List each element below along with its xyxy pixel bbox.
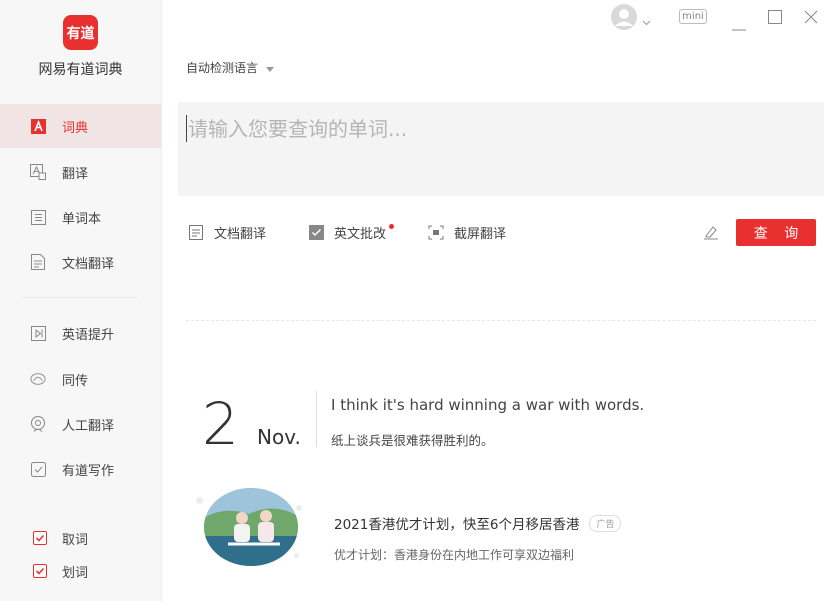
close-icon[interactable]: [804, 9, 818, 28]
sidebar-item-label: 词典: [62, 120, 89, 136]
search-box[interactable]: [178, 102, 824, 196]
sidebar-item-simultaneous[interactable]: 同传: [0, 357, 161, 401]
doc-translate-icon: [30, 254, 46, 270]
ad-title-text: 2021香港优才计划，快至6个月移居香港: [334, 517, 580, 533]
sidebar-item-english-course[interactable]: 英语提升: [0, 311, 161, 355]
correction-icon: [308, 224, 324, 240]
query-button[interactable]: 查 询: [736, 219, 816, 246]
doc-translate-label: 文档翻译: [214, 226, 267, 242]
toggle-label: 划词: [62, 565, 89, 581]
minimize-icon[interactable]: [732, 16, 746, 35]
english-correction-button[interactable]: 英文批改: [308, 222, 386, 242]
language-select[interactable]: 自动检测语言: [186, 59, 275, 76]
sidebar: 有道 网易有道词典 词典 翻译 单词本 文档翻译 英语提升 同传 人工翻译 有道…: [0, 0, 162, 601]
sidebar-item-wordbook[interactable]: 单词本: [0, 195, 161, 239]
screenshot-icon: [428, 224, 444, 240]
sidebar-item-label: 翻译: [62, 166, 89, 182]
sidebar-item-label: 人工翻译: [62, 418, 115, 434]
writing-icon: [30, 461, 46, 477]
simultaneous-icon: [30, 371, 46, 387]
checkbox-checked-icon[interactable]: [33, 531, 47, 545]
english-course-icon: [30, 325, 46, 341]
caret-down-icon: [266, 61, 275, 75]
human-translate-icon: [30, 416, 46, 432]
app-name: 网易有道词典: [38, 62, 123, 78]
sidebar-item-dictionary[interactable]: 词典: [0, 104, 161, 148]
toggle-select-word[interactable]: 划词: [0, 556, 161, 586]
translate-icon: [30, 164, 46, 180]
language-label: 自动检测语言: [186, 61, 259, 75]
sidebar-divider: [22, 297, 137, 298]
app-logo: 有道: [63, 15, 98, 50]
wordbook-icon: [30, 209, 46, 225]
daily-divider: [316, 391, 317, 447]
sidebar-item-human-translate[interactable]: 人工翻译: [0, 402, 161, 446]
sidebar-item-label: 同传: [62, 373, 89, 389]
eraser-icon[interactable]: [703, 224, 719, 244]
text-cursor: [186, 115, 187, 142]
decor-dot: [196, 497, 203, 504]
notification-dot: [389, 224, 394, 229]
doc-translate-button[interactable]: 文档翻译: [188, 222, 266, 242]
decor-dot: [294, 553, 299, 558]
toggle-label: 取词: [62, 532, 89, 548]
daily-month: Nov.: [257, 425, 301, 449]
english-correction-label: 英文批改: [334, 226, 387, 242]
sidebar-item-writing[interactable]: 有道写作: [0, 447, 161, 491]
ad-title[interactable]: 2021香港优才计划，快至6个月移居香港 广告: [334, 513, 622, 533]
ad-image[interactable]: [204, 488, 298, 566]
daily-quote-zh[interactable]: 纸上谈兵是很难获得胜利的。: [331, 430, 494, 449]
sidebar-item-translate[interactable]: 翻译: [0, 150, 161, 194]
screenshot-translate-button[interactable]: 截屏翻译: [428, 222, 506, 242]
divider: [186, 320, 816, 321]
sidebar-item-doc-translate[interactable]: 文档翻译: [0, 240, 161, 284]
sidebar-item-label: 文档翻译: [62, 256, 115, 272]
sidebar-item-label: 有道写作: [62, 463, 115, 479]
dict-icon: [30, 118, 46, 134]
screenshot-translate-label: 截屏翻译: [454, 226, 507, 242]
sidebar-item-label: 英语提升: [62, 327, 115, 343]
daily-quote-en[interactable]: I think it's hard winning a war with wor…: [331, 396, 644, 414]
checkbox-checked-icon[interactable]: [33, 564, 47, 578]
daily-day: 2: [202, 390, 239, 458]
search-input[interactable]: [186, 112, 810, 146]
chevron-down-icon[interactable]: [642, 11, 651, 30]
maximize-icon[interactable]: [768, 9, 782, 28]
toggle-capture-word[interactable]: 取词: [0, 523, 161, 553]
ad-description[interactable]: 优才计划：香港身份在内地工作可享双边福利: [334, 546, 574, 563]
avatar[interactable]: [610, 3, 638, 31]
sidebar-item-label: 单词本: [62, 211, 102, 227]
decor-dot: [296, 505, 302, 511]
ad-badge: 广告: [589, 514, 622, 532]
mini-mode-button[interactable]: mini: [679, 9, 707, 24]
document-icon: [188, 224, 204, 240]
